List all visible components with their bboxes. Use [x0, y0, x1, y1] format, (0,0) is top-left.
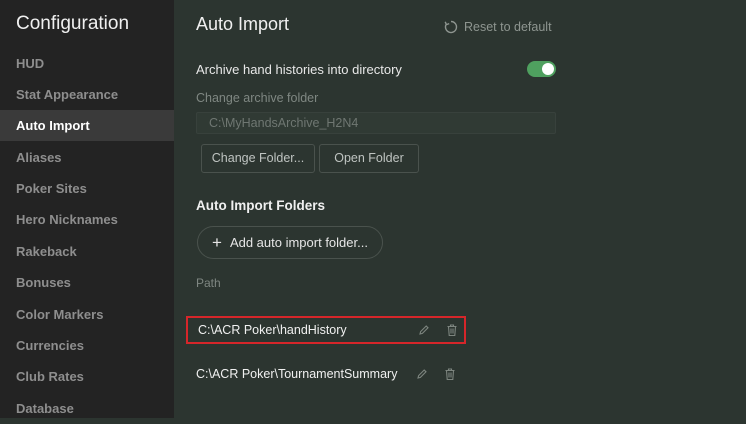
- folder-row[interactable]: C:\ACR Poker\handHistory: [186, 316, 466, 344]
- sidebar-item-auto-import[interactable]: Auto Import: [0, 110, 174, 141]
- reset-to-default-button[interactable]: Reset to default: [444, 16, 552, 38]
- sidebar-item-stat-appearance[interactable]: Stat Appearance: [0, 79, 174, 110]
- sidebar-item-rakeback[interactable]: Rakeback: [0, 236, 174, 267]
- trash-icon[interactable]: [444, 368, 456, 381]
- sidebar-item-color-markers[interactable]: Color Markers: [0, 299, 174, 330]
- change-archive-folder-label: Change archive folder: [196, 91, 319, 105]
- edit-icon[interactable]: [416, 368, 428, 380]
- folder-path: C:\ACR Poker\TournamentSummary: [196, 367, 398, 381]
- sidebar-item-bonuses[interactable]: Bonuses: [0, 267, 174, 298]
- toggle-knob: [542, 63, 554, 75]
- archive-folder-field[interactable]: [196, 112, 556, 134]
- add-folder-label: Add auto import folder...: [229, 235, 368, 250]
- folder-row[interactable]: C:\ACR Poker\TournamentSummary: [186, 360, 466, 388]
- sidebar-item-poker-sites[interactable]: Poker Sites: [0, 173, 174, 204]
- edit-icon[interactable]: [418, 324, 430, 336]
- reset-icon: [444, 20, 458, 34]
- reset-label: Reset to default: [464, 20, 552, 34]
- sidebar-title: Configuration: [16, 13, 130, 34]
- sidebar: Configuration HUD Stat Appearance Auto I…: [0, 0, 174, 418]
- add-auto-import-folder-button[interactable]: + Add auto import folder...: [197, 226, 383, 259]
- archive-label: Archive hand histories into directory: [196, 62, 402, 77]
- archive-toggle[interactable]: [527, 61, 556, 77]
- folder-path: C:\ACR Poker\handHistory: [198, 323, 347, 337]
- sidebar-item-hud[interactable]: HUD: [0, 48, 174, 79]
- sidebar-item-database[interactable]: Database: [0, 393, 174, 424]
- sidebar-item-currencies[interactable]: Currencies: [0, 330, 174, 361]
- sidebar-item-club-rates[interactable]: Club Rates: [0, 361, 174, 392]
- change-folder-button[interactable]: Change Folder...: [201, 144, 315, 173]
- sidebar-item-aliases[interactable]: Aliases: [0, 142, 174, 173]
- sidebar-item-hero-nicknames[interactable]: Hero Nicknames: [0, 204, 174, 235]
- plus-icon: +: [212, 233, 222, 252]
- auto-import-folders-heading: Auto Import Folders: [196, 198, 325, 213]
- main-panel: Auto Import Reset to default Archive han…: [174, 0, 746, 418]
- open-folder-button[interactable]: Open Folder: [319, 144, 419, 173]
- trash-icon[interactable]: [446, 324, 458, 337]
- page-title: Auto Import: [196, 14, 290, 34]
- path-column-header: Path: [196, 276, 221, 290]
